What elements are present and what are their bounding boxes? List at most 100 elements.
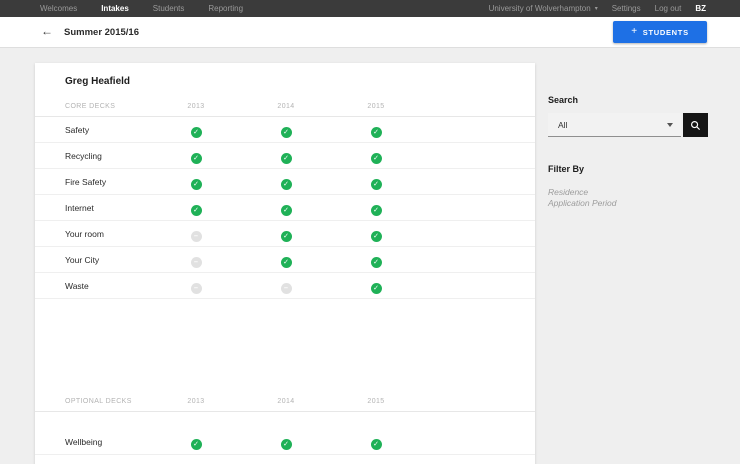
dash-icon: – bbox=[280, 282, 292, 294]
check-icon: ✓ bbox=[280, 256, 292, 268]
year-header-2014: 2014 bbox=[277, 102, 295, 110]
deck-row: Wellbeing ✓ ✓ ✓ bbox=[35, 429, 535, 455]
year-header-2015: 2015 bbox=[367, 397, 385, 405]
deck-row: Your City – ✓ ✓ bbox=[35, 247, 535, 273]
status-cell: ✓ bbox=[331, 121, 421, 139]
check-icon: ✓ bbox=[190, 204, 202, 216]
chevron-down-icon bbox=[667, 123, 673, 127]
search-button[interactable] bbox=[683, 113, 708, 137]
status-cell: ✓ bbox=[241, 225, 331, 243]
check-icon: ✓ bbox=[370, 230, 382, 242]
status-cell: – bbox=[151, 459, 241, 464]
deck-label: Waste bbox=[65, 280, 89, 291]
nav-main-items: Welcomes Intakes Students Reporting bbox=[40, 4, 243, 13]
search-controls: All bbox=[548, 113, 708, 137]
user-initials-badge[interactable]: BZ bbox=[695, 4, 706, 13]
status-cell: ✓ bbox=[151, 199, 241, 217]
status-cell: × bbox=[241, 459, 331, 464]
status-cell: ✓ bbox=[331, 173, 421, 191]
add-students-label: STUDENTS bbox=[642, 27, 689, 37]
deck-label: Safety bbox=[65, 124, 90, 135]
check-icon: ✓ bbox=[190, 178, 202, 190]
student-name: Greg Heafield bbox=[65, 76, 131, 87]
deck-row: Recycling ✓ ✓ ✓ bbox=[35, 143, 535, 169]
core-decks-rows: Safety ✓ ✓ ✓ Recycling ✓ ✓ ✓ Fire Safety ✓ ✓ ✓ Inter… bbox=[35, 117, 535, 299]
optional-decks-label: OPTIONAL DECKS bbox=[65, 397, 132, 405]
year-header-2013: 2013 bbox=[187, 397, 205, 405]
page-header: ← Summer 2015/16 + STUDENTS bbox=[0, 17, 740, 48]
check-icon: ✓ bbox=[370, 282, 382, 294]
check-icon: ✓ bbox=[370, 256, 382, 268]
status-cell: ✓ bbox=[241, 147, 331, 165]
add-students-button[interactable]: + STUDENTS bbox=[613, 21, 707, 43]
status-cell: ✓ bbox=[151, 433, 241, 451]
deck-label: Your City bbox=[65, 254, 100, 265]
status-cell: ✓ bbox=[151, 147, 241, 165]
check-icon: ✓ bbox=[280, 230, 292, 242]
deck-row: Waste – – ✓ bbox=[35, 273, 535, 299]
account-dropdown[interactable]: University of Wolverhampton ▾ bbox=[489, 4, 598, 13]
status-cell: – bbox=[151, 251, 241, 269]
check-icon: ✓ bbox=[280, 126, 292, 138]
deck-row: Internet ✓ ✓ ✓ bbox=[35, 195, 535, 221]
nav-item-intakes[interactable]: Intakes bbox=[101, 4, 129, 13]
dash-icon: – bbox=[190, 282, 202, 294]
deck-label: Internet bbox=[65, 202, 94, 213]
year-header-2015: 2015 bbox=[367, 102, 385, 110]
logout-link[interactable]: Log out bbox=[655, 4, 682, 13]
check-icon: ✓ bbox=[370, 204, 382, 216]
deck-label: Wellbeing bbox=[65, 436, 103, 447]
settings-link[interactable]: Settings bbox=[612, 4, 641, 13]
search-filter-value: All bbox=[558, 119, 568, 130]
status-cell: ✓ bbox=[151, 121, 241, 139]
status-cell: ✓ bbox=[241, 251, 331, 269]
check-icon: ✓ bbox=[280, 178, 292, 190]
status-cell: ✓ bbox=[331, 225, 421, 243]
status-cell: ✓ bbox=[331, 459, 421, 464]
status-cell: ✓ bbox=[241, 121, 331, 139]
status-cell: ✓ bbox=[331, 277, 421, 295]
check-icon: ✓ bbox=[190, 438, 202, 450]
dash-icon: – bbox=[190, 230, 202, 242]
filter-link-application-period[interactable]: Application Period bbox=[548, 198, 708, 209]
nav-item-welcomes[interactable]: Welcomes bbox=[40, 4, 77, 13]
status-cell: ✓ bbox=[331, 251, 421, 269]
search-label: Search bbox=[548, 95, 579, 105]
filter-sidebar: Search All Filter By Residence Applicati… bbox=[548, 95, 708, 209]
status-cell: ✓ bbox=[241, 199, 331, 217]
year-header-2014: 2014 bbox=[277, 397, 295, 405]
status-cell: – bbox=[151, 225, 241, 243]
check-icon: ✓ bbox=[280, 152, 292, 164]
check-icon: ✓ bbox=[370, 178, 382, 190]
core-decks-label: CORE DECKS bbox=[65, 102, 116, 110]
optional-decks-rows: Wellbeing✓✓✓Studying–×✓ bbox=[35, 429, 535, 464]
status-cell: ✓ bbox=[241, 433, 331, 451]
page-title: Summer 2015/16 bbox=[64, 27, 139, 38]
nav-account-items: University of Wolverhampton ▾ Settings L… bbox=[489, 4, 706, 13]
filter-link-residence[interactable]: Residence bbox=[548, 187, 708, 198]
top-navbar: Welcomes Intakes Students Reporting Univ… bbox=[0, 0, 740, 17]
status-cell: ✓ bbox=[331, 199, 421, 217]
deck-label: Your room bbox=[65, 228, 104, 239]
check-icon: ✓ bbox=[190, 126, 202, 138]
chevron-down-icon: ▾ bbox=[594, 5, 598, 12]
deck-row: Fire Safety ✓ ✓ ✓ bbox=[35, 169, 535, 195]
status-cell: ✓ bbox=[241, 173, 331, 191]
status-cell: – bbox=[151, 277, 241, 295]
back-arrow-icon[interactable]: ← bbox=[41, 25, 53, 37]
optional-decks-header: OPTIONAL DECKS 2013 2014 2015 bbox=[35, 391, 535, 412]
search-icon bbox=[691, 120, 701, 130]
search-filter-select[interactable]: All bbox=[548, 113, 681, 137]
status-cell: ✓ bbox=[331, 433, 421, 451]
status-cell: ✓ bbox=[151, 173, 241, 191]
nav-item-students[interactable]: Students bbox=[153, 4, 185, 13]
nav-item-reporting[interactable]: Reporting bbox=[208, 4, 243, 13]
check-icon: ✓ bbox=[190, 152, 202, 164]
dash-icon: – bbox=[190, 256, 202, 268]
check-icon: ✓ bbox=[280, 438, 292, 450]
status-cell: – bbox=[241, 277, 331, 295]
year-header-2013: 2013 bbox=[187, 102, 205, 110]
app-screen: Welcomes Intakes Students Reporting Univ… bbox=[0, 0, 740, 464]
deck-row: Safety ✓ ✓ ✓ bbox=[35, 117, 535, 143]
